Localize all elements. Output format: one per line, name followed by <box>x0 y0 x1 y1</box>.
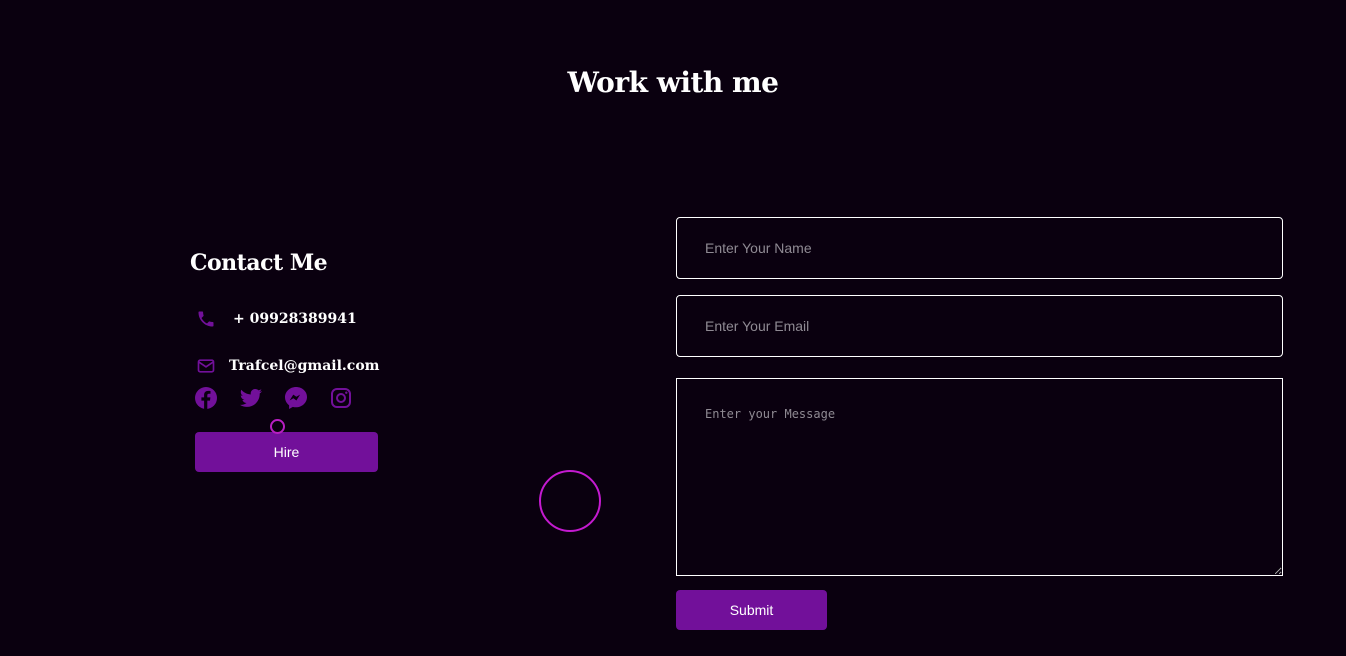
phone-icon <box>198 311 214 327</box>
phone-number: + 09928389941 <box>233 311 357 327</box>
instagram-icon[interactable] <box>329 386 353 410</box>
contact-heading: Contact Me <box>190 250 328 276</box>
message-textarea[interactable] <box>676 378 1283 576</box>
facebook-icon[interactable] <box>194 386 218 410</box>
email-address: Trafcel@gmail.com <box>229 358 380 374</box>
submit-button[interactable]: Submit <box>676 590 827 630</box>
work-with-me-section: Work with me Contact Me + 09928389941 Tr… <box>0 0 1346 656</box>
hire-button[interactable]: Hire <box>195 432 378 472</box>
name-input[interactable] <box>676 217 1283 279</box>
contact-phone: + 09928389941 <box>196 309 357 329</box>
twitter-icon[interactable] <box>239 386 263 410</box>
envelope-icon <box>197 359 215 373</box>
messenger-icon[interactable] <box>284 386 308 410</box>
section-title: Work with me <box>567 66 779 99</box>
custom-cursor-dot <box>270 419 285 434</box>
email-input[interactable] <box>676 295 1283 357</box>
custom-cursor-ring <box>539 470 601 532</box>
contact-email: Trafcel@gmail.com <box>196 356 379 376</box>
social-links <box>194 386 374 410</box>
